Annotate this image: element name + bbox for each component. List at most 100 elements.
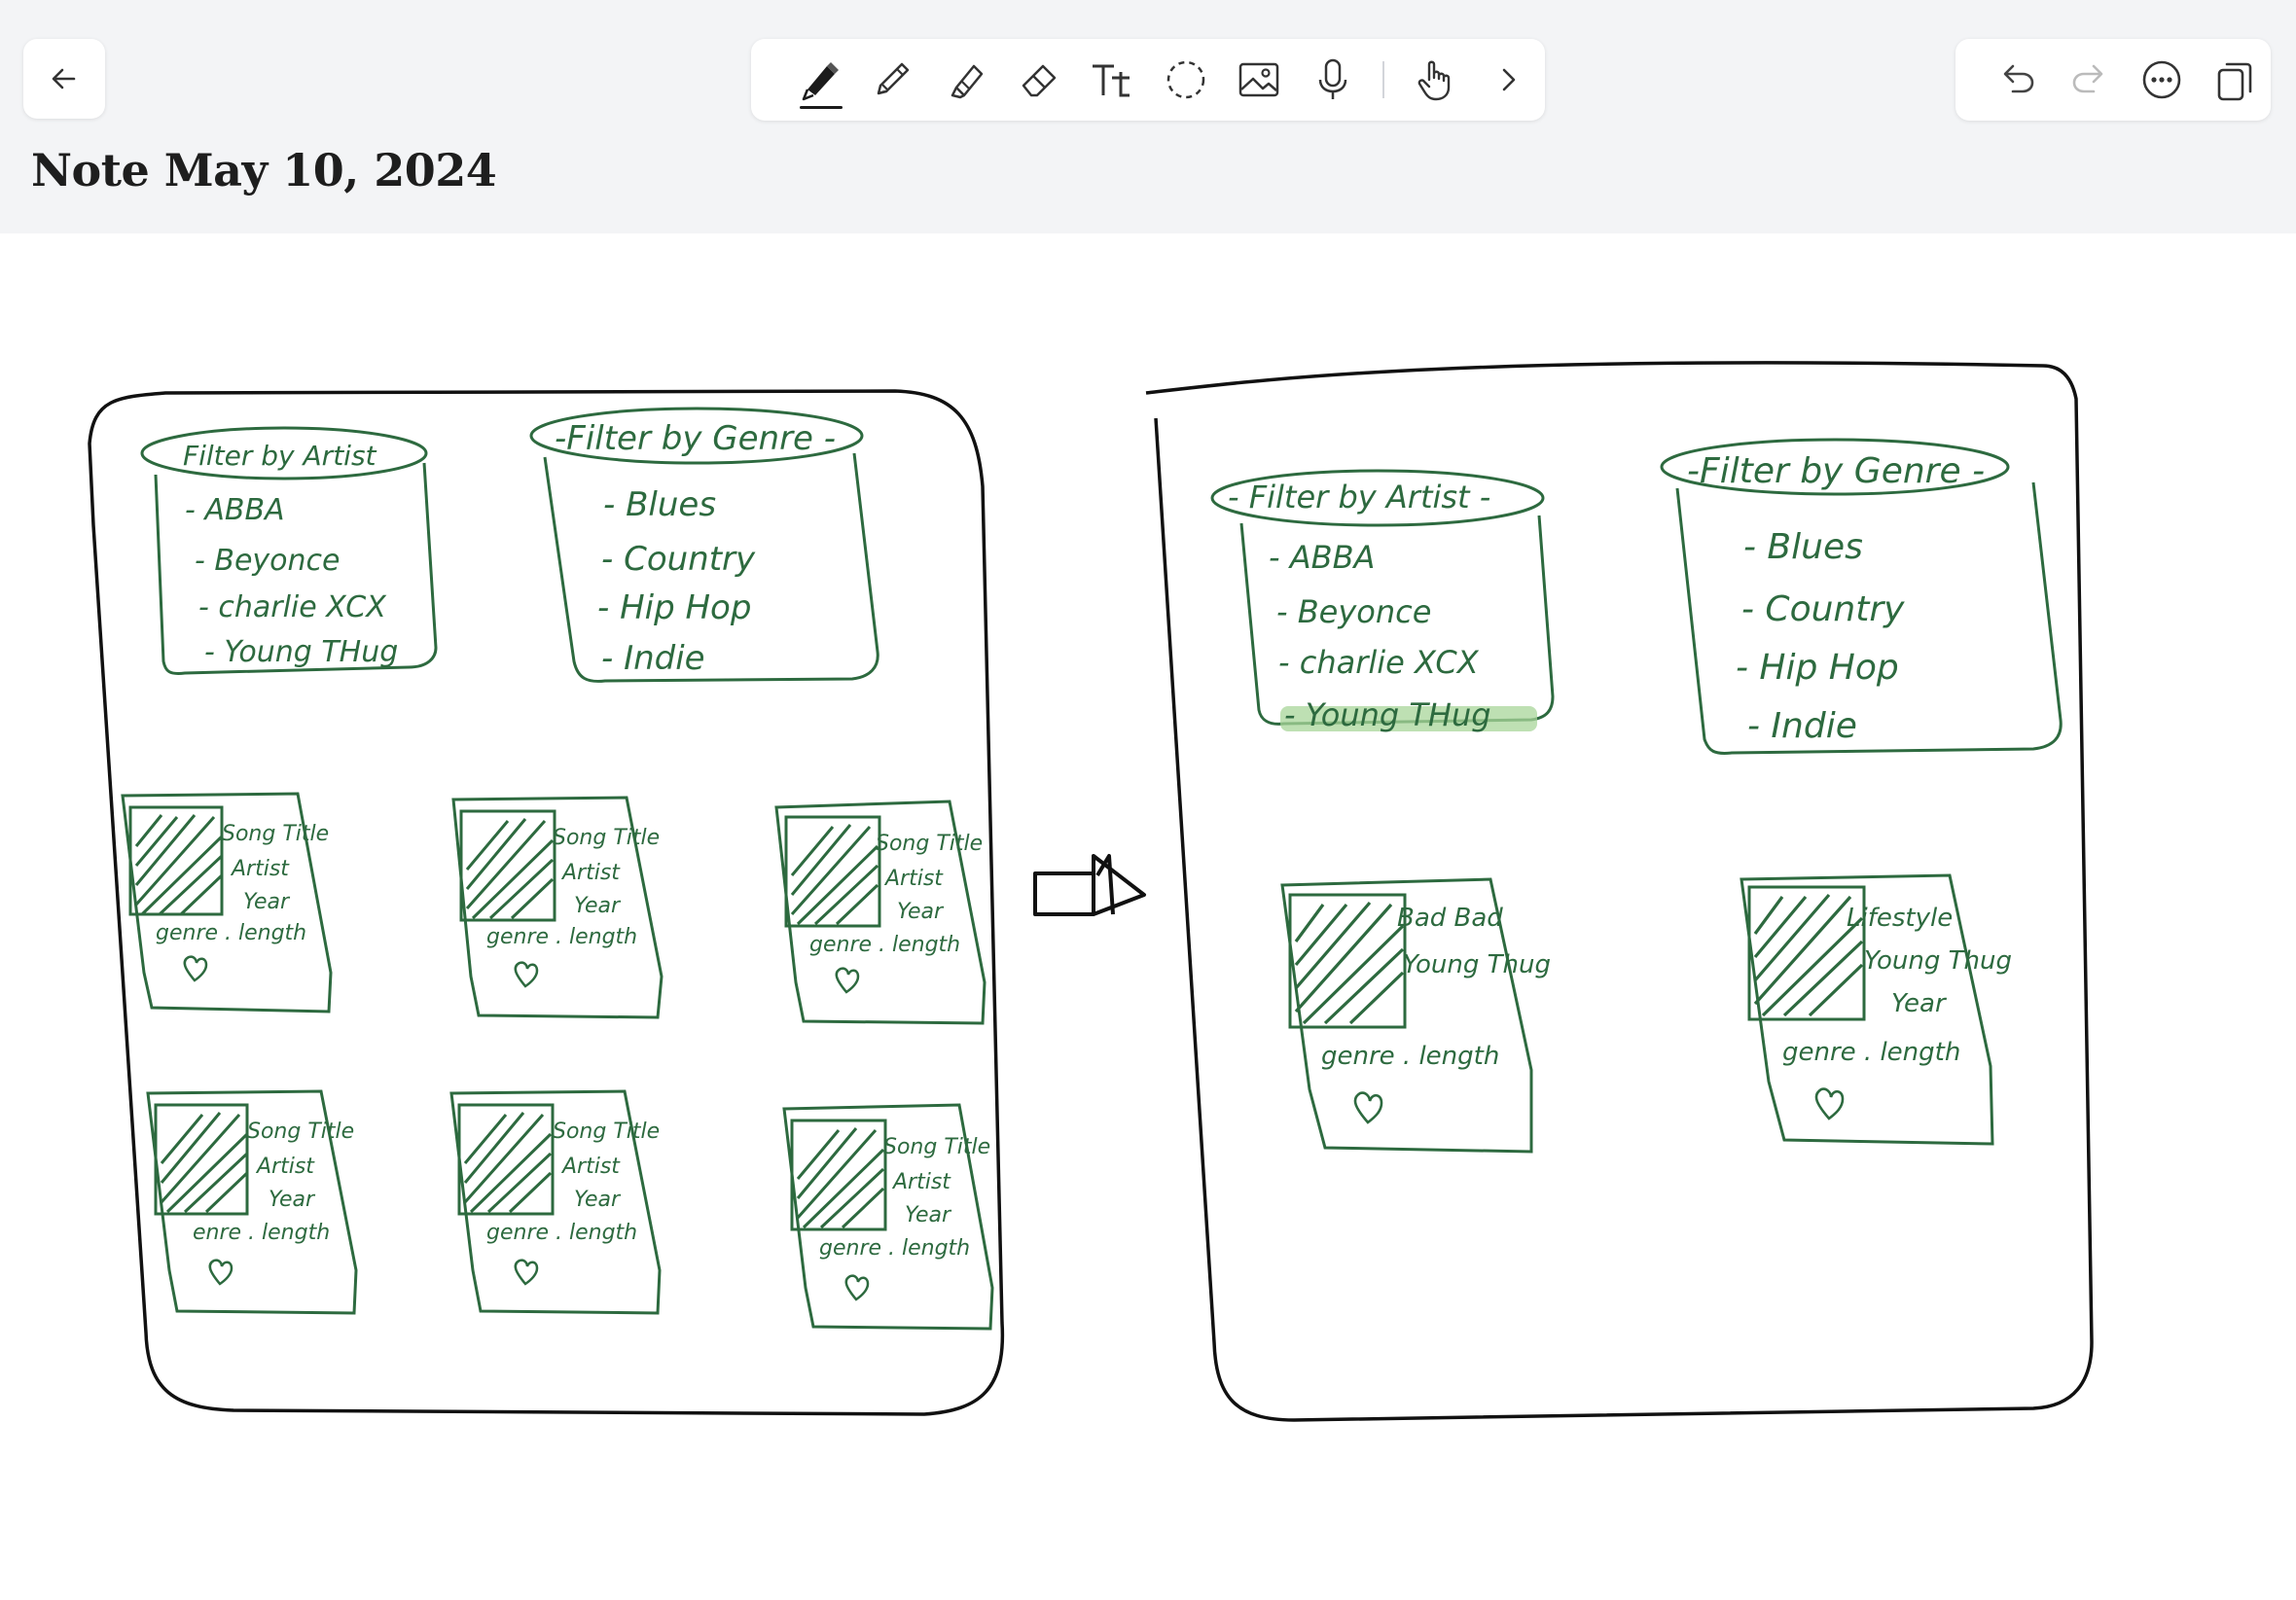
left-artist-filter-title: Filter by Artist (183, 440, 377, 472)
left-genre-item: - Country (601, 540, 756, 579)
fountain-pen-icon (802, 62, 839, 101)
image-tool[interactable] (1222, 43, 1295, 117)
right-artist-item-selected[interactable]: - Young THug (1284, 696, 1491, 733)
card-meta: genre . length (486, 925, 637, 949)
touch-tool[interactable] (1398, 43, 1471, 117)
heart-icon[interactable] (835, 967, 860, 994)
audio-tool[interactable] (1296, 43, 1369, 117)
redo-icon (2072, 64, 2103, 93)
chevron-right-icon (1503, 68, 1516, 91)
pencil-tool[interactable] (855, 43, 928, 117)
toolbar-separator (1382, 61, 1385, 98)
undo-button[interactable] (1981, 43, 2054, 117)
right-song-card: Bad Bad Young Thug genre . length (1280, 877, 1551, 1154)
card-year: Year (574, 894, 622, 918)
lasso-icon (1166, 60, 1204, 99)
heart-icon[interactable] (1353, 1091, 1383, 1124)
heart-icon[interactable] (844, 1274, 870, 1301)
heart-icon[interactable] (1814, 1087, 1845, 1120)
left-genre-filter-title: -Filter by Genre - (555, 419, 836, 458)
card-artist: Artist (230, 857, 290, 881)
left-artist-item: - charlie XCX (198, 590, 387, 624)
left-song-card: Song Title Artist Year genre . length (449, 1089, 662, 1315)
card-song-title: Song Title (222, 822, 329, 846)
lasso-tool[interactable] (1149, 43, 1222, 117)
pencil-icon (877, 62, 910, 95)
heart-icon[interactable] (208, 1259, 233, 1286)
card-meta: genre . length (819, 1236, 970, 1261)
right-genre-filter: -Filter by Genre - - Blues - Country - H… (1660, 438, 2063, 755)
pages-button[interactable] (2199, 43, 2272, 117)
right-genre-item: - Country (1741, 589, 1905, 629)
left-song-card: Song Title Artist Year enre . length (146, 1089, 358, 1315)
tool-palette (751, 39, 1545, 121)
card-artist: Artist (255, 1155, 315, 1179)
card-meta: genre . length (1321, 1042, 1499, 1071)
back-button[interactable] (23, 39, 105, 119)
card-year: Year (574, 1188, 622, 1212)
card-meta: genre . length (809, 933, 960, 957)
card-song-title: Song Title (883, 1135, 990, 1159)
left-song-card: Song Title Artist Year genre . length (451, 796, 664, 1019)
left-artist-item: - ABBA (185, 493, 285, 527)
transition-arrow (1033, 854, 1146, 916)
left-song-card: Song Title Artist Year genre . length (121, 792, 333, 1013)
card-year: Year (269, 1188, 316, 1212)
redo-button[interactable] (2054, 43, 2127, 117)
card-meta: genre . length (1782, 1038, 1960, 1067)
card-song-title: Song Title (247, 1120, 354, 1144)
pages-icon (2217, 62, 2252, 101)
drawing-canvas[interactable]: Filter by Artist - ABBA - Beyonce - char… (0, 233, 2296, 1595)
highlighter-tool[interactable] (929, 43, 1002, 117)
right-song-card: Lifestyle Young Thug Year genre . length (1740, 873, 2012, 1146)
card-meta: enre . length (193, 1221, 330, 1245)
card-year: Year (897, 900, 945, 924)
left-song-card: Song Title Artist Year genre . length (782, 1103, 994, 1331)
back-arrow-icon (52, 68, 76, 89)
heart-icon[interactable] (183, 955, 208, 982)
card-song-title: Song Title (553, 1120, 660, 1144)
eraser-tool[interactable] (1002, 43, 1075, 117)
card-meta: genre . length (156, 921, 306, 945)
left-artist-item: - Young THug (204, 635, 398, 669)
heart-icon[interactable] (514, 1259, 539, 1286)
right-artist-item: - ABBA (1269, 539, 1375, 576)
pen-tool[interactable] (782, 43, 855, 117)
actions-toolbar (1955, 39, 2271, 121)
left-genre-filter: -Filter by Genre - - Blues - Country - H… (529, 407, 879, 683)
card-artist: Artist (560, 861, 621, 885)
undo-icon (2003, 64, 2034, 93)
card-artist: Young Thug (1864, 946, 2012, 976)
right-genre-item: - Indie (1747, 706, 1857, 746)
right-genre-item: - Blues (1743, 527, 1863, 567)
microphone-icon (1318, 58, 1346, 99)
card-song-title: Song Title (553, 826, 660, 850)
heart-icon[interactable] (514, 961, 539, 988)
eraser-icon (1022, 64, 1057, 97)
left-artist-item: - Beyonce (195, 544, 340, 578)
card-song-title: Lifestyle (1847, 904, 1953, 933)
card-year: Year (1891, 989, 1948, 1018)
card-year: Year (243, 890, 291, 914)
right-artist-item: - charlie XCX (1278, 644, 1480, 681)
text-tool[interactable] (1076, 43, 1149, 117)
more-button[interactable] (2126, 43, 2199, 117)
right-artist-filter-title: - Filter by Artist - (1228, 479, 1490, 516)
card-year: Year (905, 1203, 952, 1227)
right-genre-item: - Hip Hop (1736, 648, 1899, 688)
card-song-title: Song Title (876, 832, 983, 856)
text-tt-icon (1093, 64, 1130, 97)
card-artist: Young Thug (1403, 950, 1551, 979)
left-artist-filter: Filter by Artist - ABBA - Beyonce - char… (140, 426, 438, 675)
card-meta: genre . length (486, 1221, 637, 1245)
right-genre-filter-title: -Filter by Genre - (1687, 451, 1985, 491)
highlighter-icon (951, 64, 983, 99)
note-title[interactable]: Note May 10, 2024 (31, 144, 497, 196)
left-song-card: Song Title Artist Year genre . length (774, 800, 987, 1025)
more-tools[interactable] (1472, 43, 1545, 117)
sketch-svg: Filter by Artist - ABBA - Beyonce - char… (88, 361, 2094, 1422)
right-artist-filter: - Filter by Artist - - ABBA - Beyonce - … (1210, 469, 1555, 733)
right-artist-item: - Beyonce (1276, 593, 1431, 630)
hand-pointer-icon (1417, 60, 1451, 101)
card-artist: Artist (883, 867, 944, 891)
